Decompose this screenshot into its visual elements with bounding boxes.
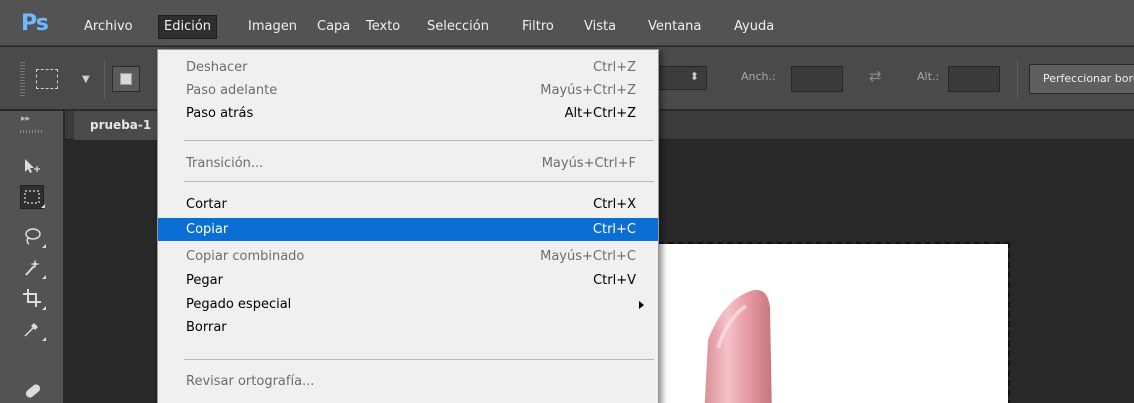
menu-texto[interactable]: Texto	[361, 15, 405, 39]
style-select[interactable]: ⬍	[655, 66, 707, 90]
menu-entry-copiar-combinado[interactable]: Copiar combinado Mayús+Ctrl+C	[158, 245, 658, 268]
edit-menu-dropdown: Deshacer Ctrl+Z Paso adelante Mayús+Ctrl…	[157, 49, 659, 403]
menu-capa[interactable]: Capa	[312, 15, 355, 39]
menu-entry-paso-atras[interactable]: Paso atrás Alt+Ctrl+Z	[158, 102, 658, 125]
tools-grip-icon[interactable]	[20, 130, 44, 133]
healing-brush-tool-icon[interactable]	[20, 378, 44, 402]
menu-vista[interactable]: Vista	[579, 15, 621, 39]
chevron-down-icon: ▼	[82, 74, 90, 85]
menu-separator	[184, 181, 654, 182]
new-selection-button[interactable]	[112, 66, 140, 92]
menu-entry-revisar-ortografia[interactable]: Revisar ortografía...	[158, 370, 658, 393]
menu-entry-deshacer[interactable]: Deshacer Ctrl+Z	[158, 56, 658, 79]
menu-edicion[interactable]: Edición	[158, 15, 218, 39]
lipstick-image	[704, 289, 772, 403]
photoshop-logo: Ps	[21, 11, 49, 36]
menu-separator	[184, 359, 654, 360]
lasso-tool-icon[interactable]	[20, 224, 46, 248]
tool-preset-picker[interactable]: ▼	[36, 66, 96, 92]
double-chevron-right-icon[interactable]: ▸▸	[21, 114, 30, 124]
menu-entry-cortar[interactable]: Cortar Ctrl+X	[158, 193, 658, 216]
menu-seleccion[interactable]: Selección	[422, 15, 494, 39]
width-label: Anch.:	[741, 70, 776, 83]
width-input[interactable]	[791, 66, 843, 92]
menu-entry-copiar[interactable]: Copiar Ctrl+C	[158, 218, 658, 241]
move-tool-icon[interactable]	[20, 154, 44, 178]
menu-ventana[interactable]: Ventana	[643, 15, 706, 39]
submenu-arrow-icon	[639, 301, 644, 309]
options-divider	[1017, 60, 1018, 98]
menu-ayuda[interactable]: Ayuda	[729, 15, 779, 39]
menu-imagen[interactable]: Imagen	[243, 15, 302, 39]
eyedropper-tool-icon[interactable]	[20, 317, 46, 341]
options-grip-icon[interactable]	[20, 62, 25, 96]
menu-entry-transicion[interactable]: Transición... Mayús+Ctrl+F	[158, 152, 658, 175]
rect-marquee-icon	[36, 69, 58, 89]
swap-arrows-icon[interactable]: ⇄	[869, 67, 882, 85]
new-selection-icon	[120, 73, 132, 85]
menu-entry-pegado-especial[interactable]: Pegado especial	[158, 293, 658, 316]
menu-filtro[interactable]: Filtro	[517, 15, 559, 39]
height-input[interactable]	[948, 66, 1000, 92]
options-divider	[104, 60, 105, 98]
crop-tool-icon[interactable]	[20, 286, 46, 310]
menu-entry-borrar[interactable]: Borrar	[158, 316, 658, 339]
menu-entry-paso-adelante[interactable]: Paso adelante Mayús+Ctrl+Z	[158, 79, 658, 102]
up-down-arrows-icon: ⬍	[689, 70, 699, 83]
magic-wand-tool-icon[interactable]	[20, 255, 46, 279]
menu-entry-pegar[interactable]: Pegar Ctrl+V	[158, 269, 658, 292]
refine-edge-button[interactable]: Perfeccionar borde	[1029, 64, 1134, 94]
height-label: Alt.:	[917, 70, 940, 83]
rect-marquee-tool-icon[interactable]	[20, 185, 45, 209]
menu-bar: Ps Archivo Edición Imagen Capa Texto Sel…	[0, 0, 1134, 46]
menu-archivo[interactable]: Archivo	[79, 15, 138, 39]
document-tab[interactable]: prueba-1	[74, 111, 164, 140]
menu-separator	[184, 140, 654, 141]
